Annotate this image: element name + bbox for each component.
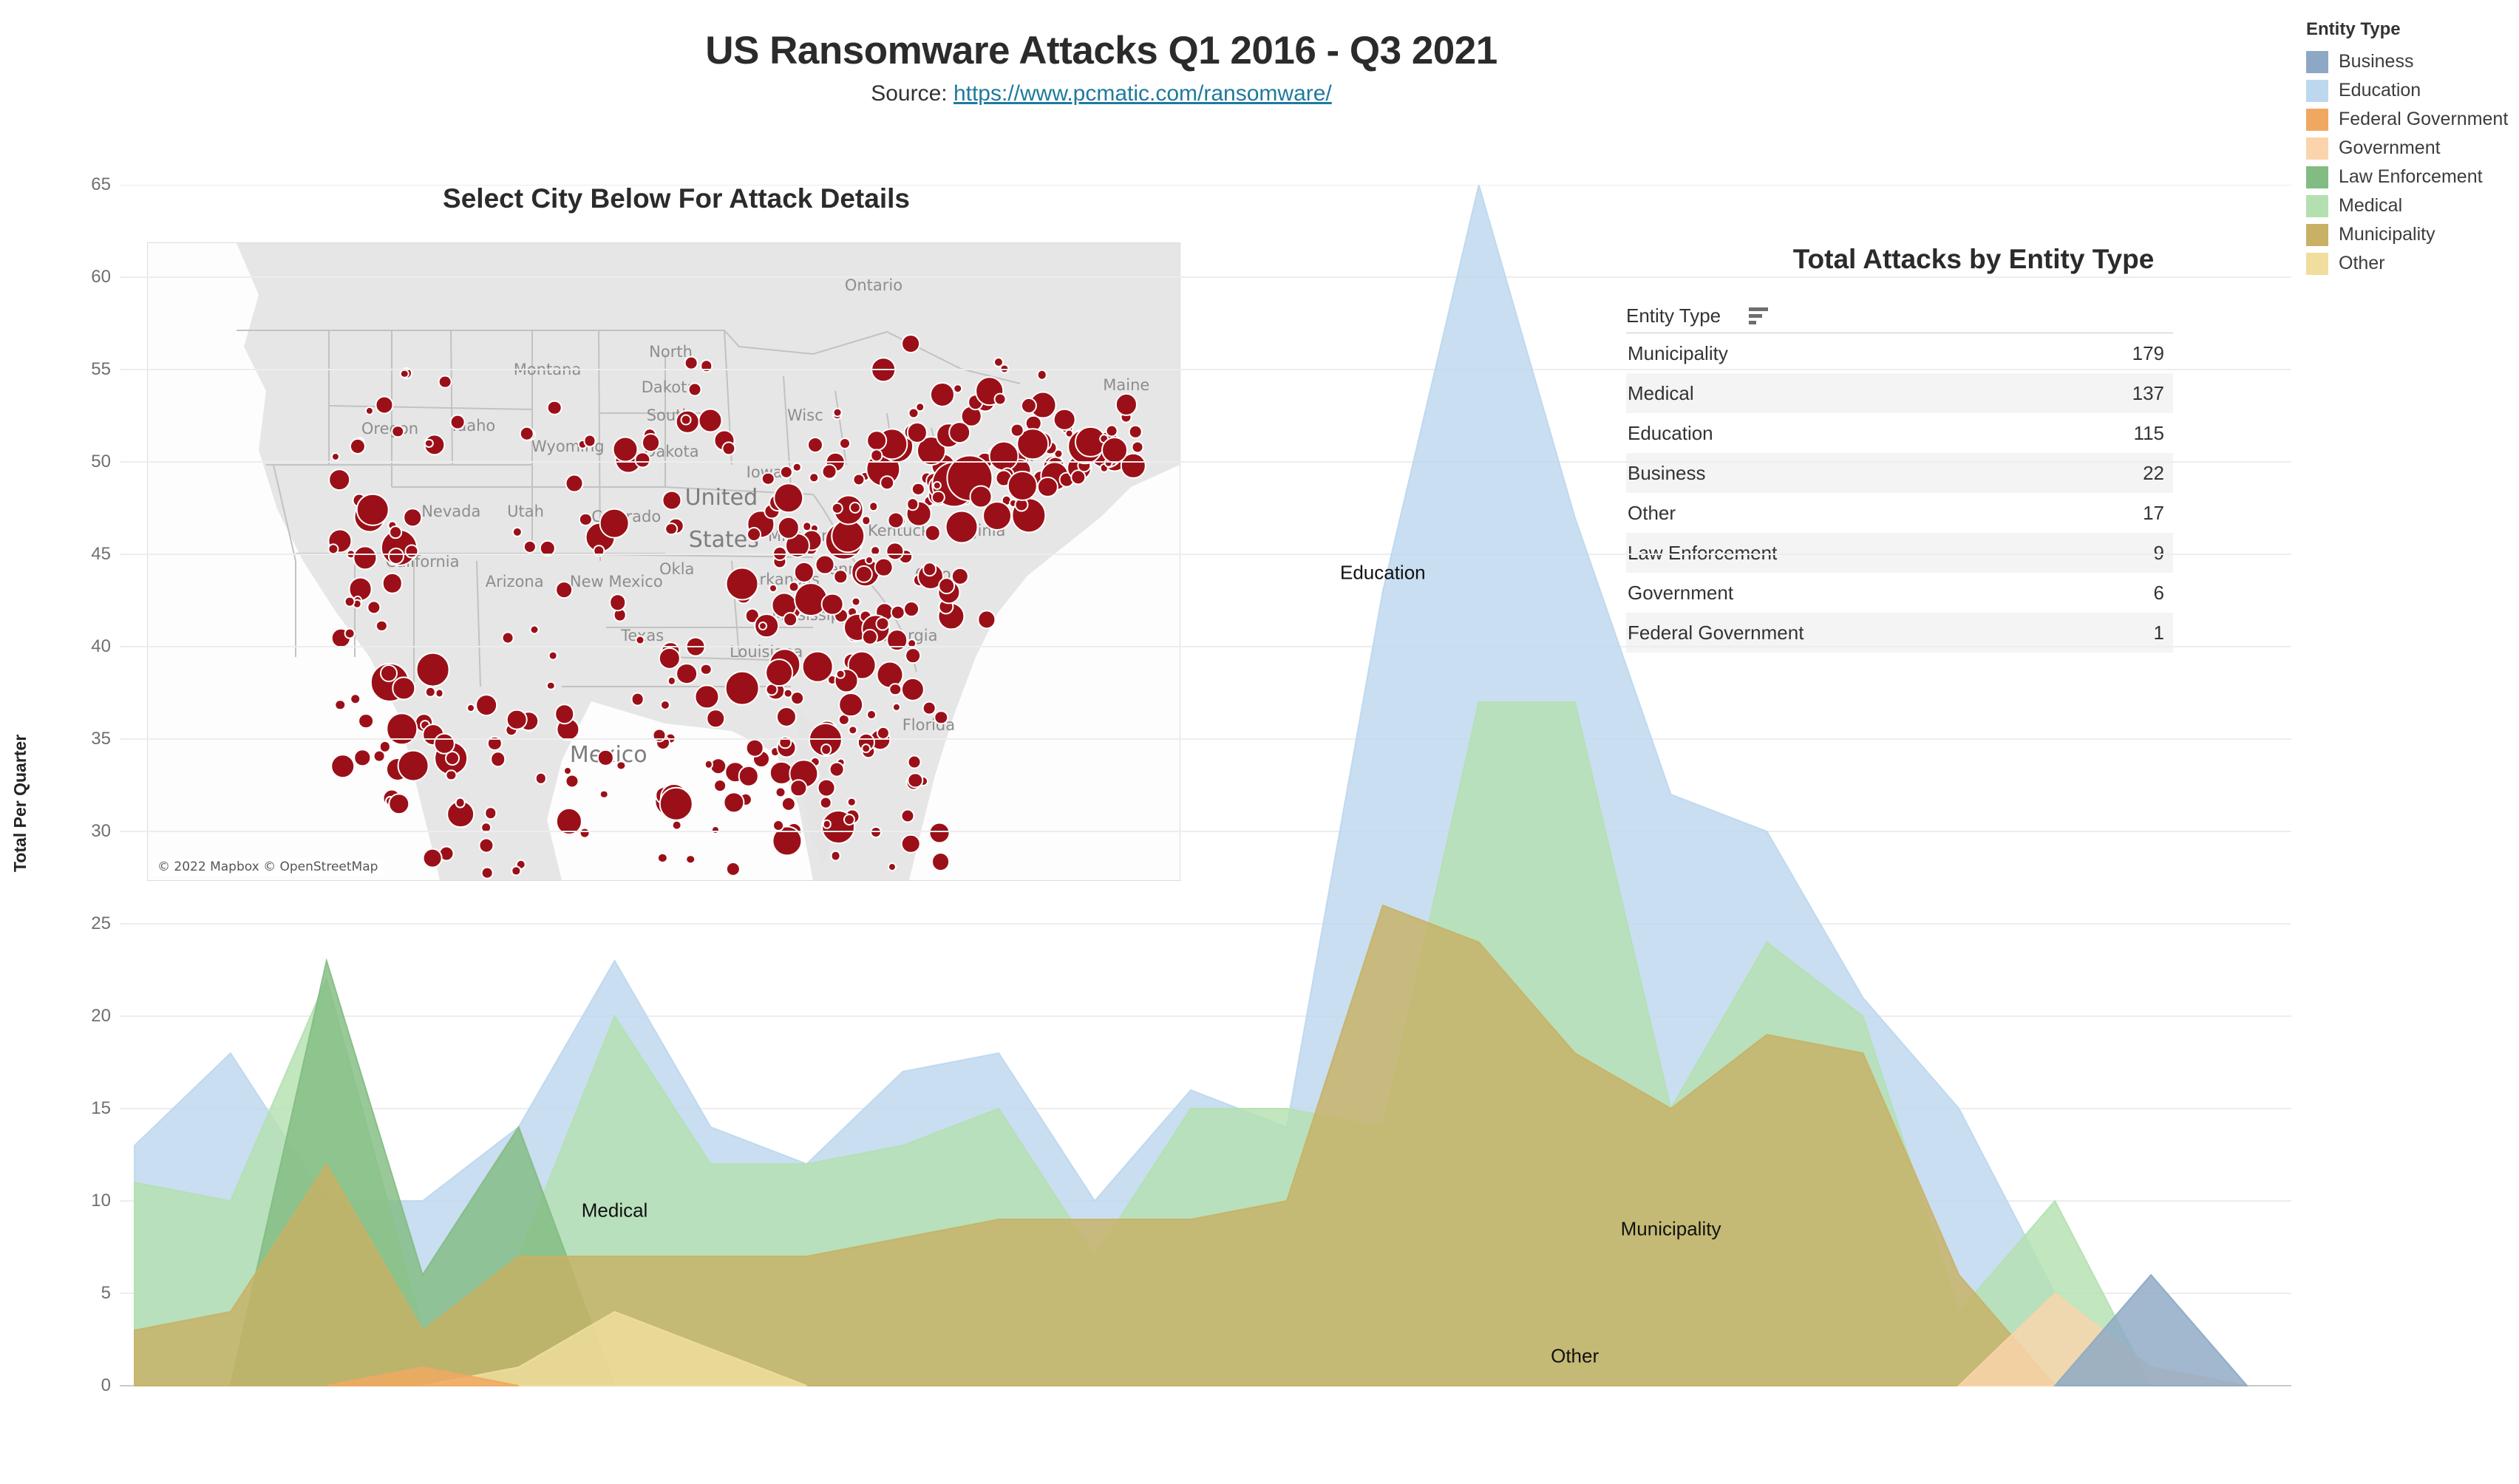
chart-plot-area	[120, 185, 2291, 1386]
legend-item-label: Federal Government	[2339, 109, 2509, 129]
entity-type-legend: Entity Type Business Education Federal Gov…	[2306, 19, 2513, 278]
legend-item-education[interactable]: Education	[2306, 76, 2513, 105]
legend-swatch-icon	[2306, 137, 2328, 160]
legend-item-law-enforcement[interactable]: Law Enforcement	[2306, 163, 2513, 191]
legend-item-government[interactable]: Government	[2306, 134, 2513, 163]
legend-item-label: Municipality	[2339, 224, 2435, 245]
legend-title: Entity Type	[2306, 19, 2401, 39]
legend-swatch-icon	[2306, 194, 2328, 217]
legend-item-other[interactable]: Other	[2306, 249, 2513, 278]
legend-item-medical[interactable]: Medical	[2306, 191, 2513, 220]
legend-item-label: Other	[2339, 253, 2385, 273]
source-line: Source: https://www.pcmatic.com/ransomwa…	[0, 81, 2203, 106]
legend-item-label: Law Enforcement	[2339, 166, 2483, 187]
legend-swatch-icon	[2306, 166, 2328, 188]
legend-item-municipality[interactable]: Municipality	[2306, 220, 2513, 249]
legend-swatch-icon	[2306, 79, 2328, 102]
source-prefix-label: Source:	[871, 81, 953, 106]
legend-swatch-icon	[2306, 223, 2328, 246]
legend-item-label: Government	[2339, 137, 2441, 158]
legend-item-label: Medical	[2339, 195, 2403, 216]
legend-swatch-icon	[2306, 108, 2328, 131]
legend-item-business[interactable]: Business	[2306, 47, 2513, 76]
legend-item-label: Education	[2339, 80, 2421, 101]
page-title: US Ransomware Attacks Q1 2016 - Q3 2021	[705, 29, 1498, 72]
attacks-over-time-area-chart: Total Per Quarter 0 5 10 15 20 25 30 35 40 45 50 55…	[0, 174, 2291, 1441]
legend-item-federal-government[interactable]: Federal Government	[2306, 105, 2513, 134]
legend-item-label: Business	[2339, 51, 2414, 72]
legend-swatch-icon	[2306, 50, 2328, 73]
source-link[interactable]: https://www.pcmatic.com/ransomware/	[953, 81, 1332, 106]
